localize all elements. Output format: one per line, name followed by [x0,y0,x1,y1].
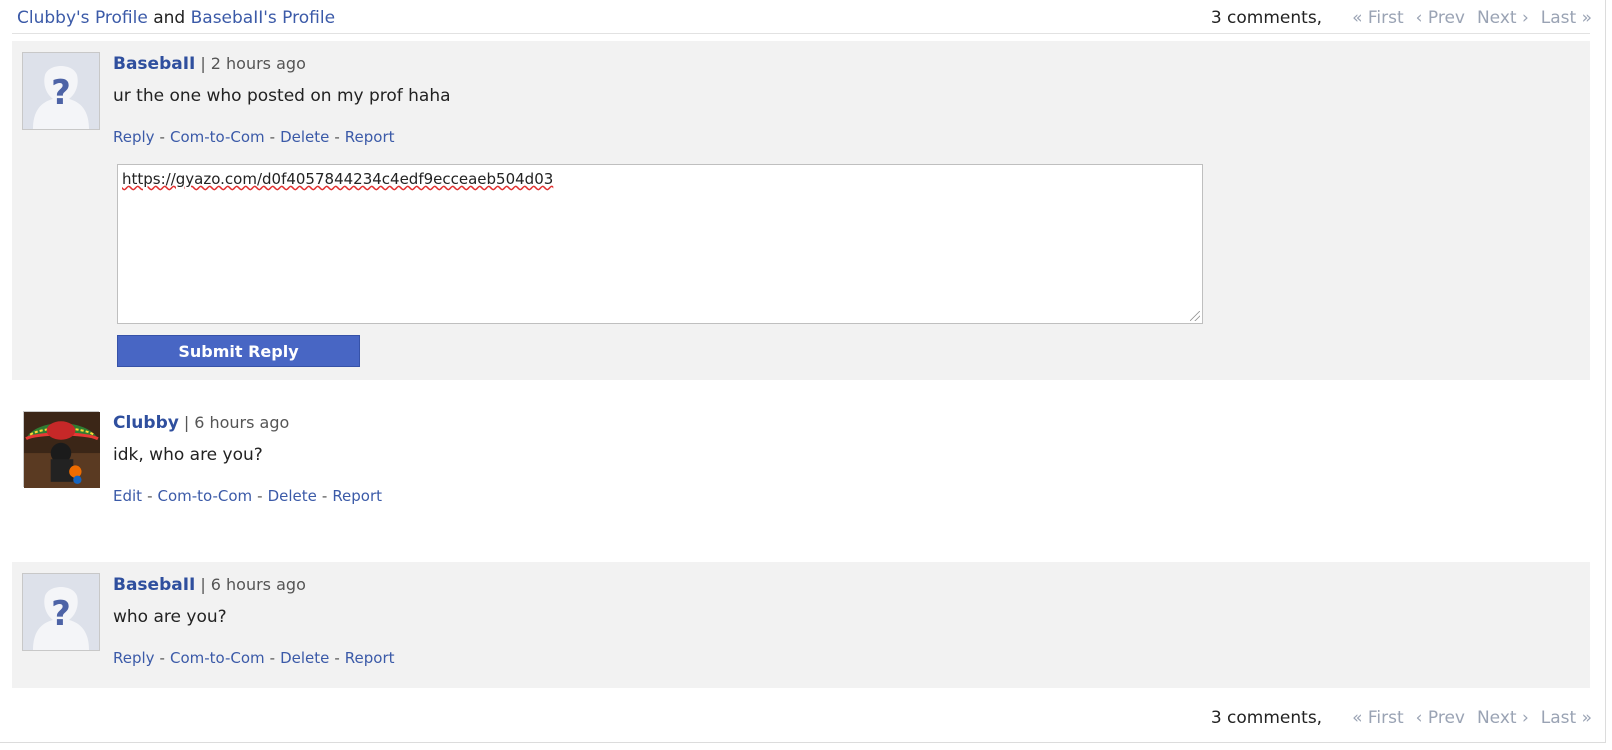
action-separator: - [321,487,328,505]
edit-link[interactable]: Edit [113,487,142,505]
default-avatar-icon[interactable]: ? [22,573,100,651]
reply-link[interactable]: Reply [113,649,155,667]
user-photo-avatar[interactable] [23,411,100,488]
comment-author[interactable]: BasebaII [113,575,195,595]
comment-actions: Edit - Com-to-Com - Delete - Report [113,487,382,505]
pager-first: « First [1352,708,1404,728]
comment-meta: BasebaII | 2 hours ago [113,54,306,74]
submit-reply-button[interactable]: Submit Reply [117,335,360,367]
bottom-pager: 3 comments, « First ‹ Prev Next › Last » [1211,708,1592,728]
resize-handle-icon[interactable] [1190,311,1200,321]
action-separator: - [334,128,340,146]
svg-text:?: ? [51,73,71,113]
reply-textarea[interactable]: https://gyazo.com/d0f4057844234c4edf9ecc… [117,164,1203,324]
pager-prev: ‹ Prev [1415,8,1465,28]
action-separator: - [334,649,340,667]
delete-link[interactable]: Delete [280,128,329,146]
pager-next: Next › [1476,708,1529,728]
delete-link[interactable]: Delete [268,487,317,505]
com-to-com-link[interactable]: Com-to-Com [170,128,265,146]
comment-text: who are you? [113,607,227,627]
comment-item: ? BasebaII | 2 hours ago ur the one who po… [12,41,1590,380]
action-separator: - [257,487,263,505]
svg-text:?: ? [51,594,71,634]
comment-item: ? BasebaII | 6 hours ago who are you? Repl… [12,562,1590,688]
com-to-com-link[interactable]: Com-to-Com [157,487,252,505]
comments-header: Clubby's Profile and BasebaII's Profile … [17,4,1592,32]
default-avatar-icon[interactable]: ? [22,52,100,130]
comment-count: 3 comments, [1210,708,1323,728]
report-link[interactable]: Report [345,128,395,146]
comment-count: 3 comments, [1210,8,1323,28]
report-link[interactable]: Report [332,487,382,505]
pager-next: Next › [1476,8,1529,28]
report-link[interactable]: Report [345,649,395,667]
reply-link[interactable]: Reply [113,128,155,146]
pager-last: Last » [1540,8,1592,28]
comment-text: idk, who are you? [113,445,263,465]
action-separator: - [159,649,165,667]
comment-author[interactable]: Clubby [113,413,179,433]
comment-author[interactable]: BasebaII [113,54,195,74]
pager-first: « First [1352,8,1404,28]
comment-time: 6 hours ago [210,575,306,594]
conversation-title: Clubby's Profile and BasebaII's Profile [17,8,335,28]
header-divider [12,33,1590,34]
meta-separator: | [200,575,206,594]
action-separator: - [269,649,276,667]
com-to-com-link[interactable]: Com-to-Com [170,649,265,667]
comment-actions: Reply - Com-to-Com - Delete - Report [113,649,395,667]
action-separator: - [269,128,276,146]
comment-meta: BasebaII | 6 hours ago [113,575,306,595]
meta-separator: | [200,54,206,73]
reply-text-value: https://gyazo.com/d0f4057844234c4edf9ecc… [122,170,554,188]
comment-item: Clubby | 6 hours ago idk, who are you? Edi… [12,400,1590,518]
pager-last: Last » [1540,708,1592,728]
comment-actions: Reply - Com-to-Com - Delete - Report [113,128,395,146]
pager-prev: ‹ Prev [1415,708,1465,728]
comment-time: 6 hours ago [194,413,290,432]
comment-time: 2 hours ago [210,54,306,73]
title-conjunction: and [153,8,186,28]
delete-link[interactable]: Delete [280,649,329,667]
top-pager: 3 comments, « First ‹ Prev Next › Last » [1211,8,1592,28]
action-separator: - [159,128,165,146]
profile-link-clubby[interactable]: Clubby's Profile [17,8,148,28]
profile-link-baseball[interactable]: BasebaII's Profile [191,8,335,28]
comment-meta: Clubby | 6 hours ago [113,413,289,433]
action-separator: - [147,487,153,505]
comment-text: ur the one who posted on my prof haha [113,86,451,106]
meta-separator: | [183,413,190,432]
